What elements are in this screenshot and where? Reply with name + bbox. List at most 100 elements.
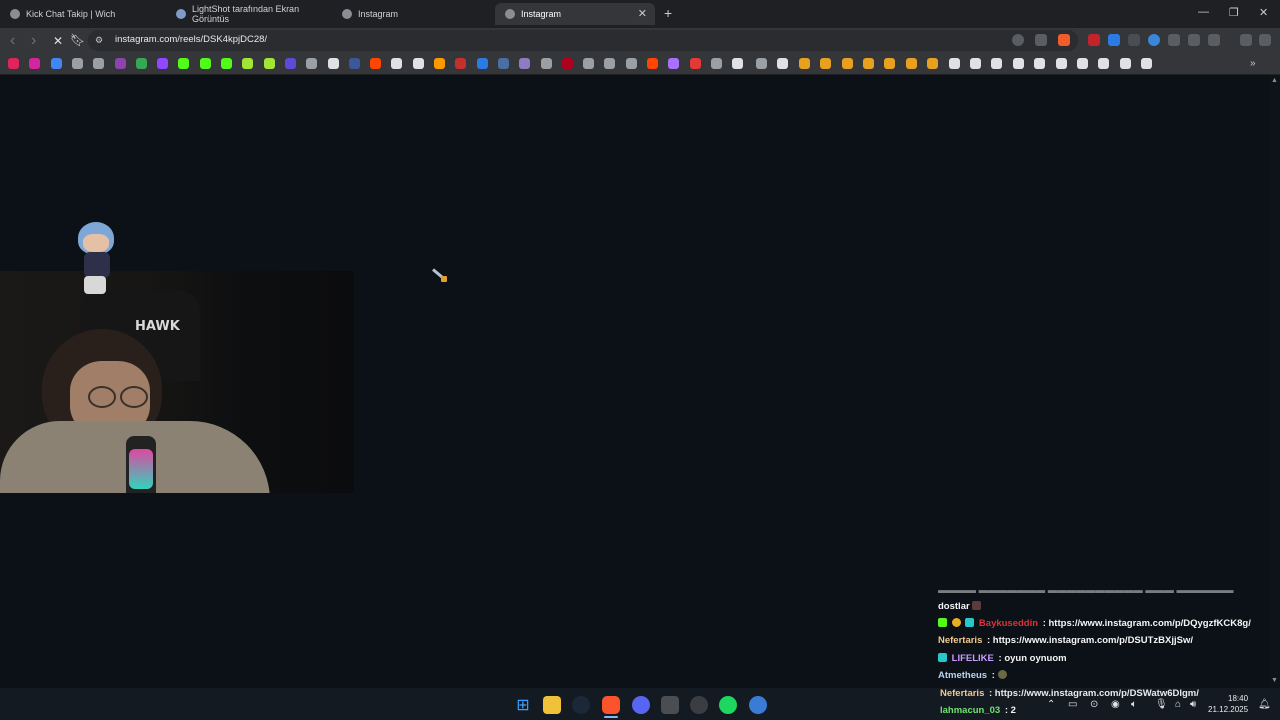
bookmark-favicon-icon[interactable] xyxy=(434,58,445,69)
bookmark-favicon-icon[interactable] xyxy=(157,58,169,69)
volume-icon[interactable]: 🔈︎ xyxy=(1131,699,1137,710)
bookmark-favicon-icon[interactable] xyxy=(991,58,1003,69)
bookmark-favicon-icon[interactable] xyxy=(905,58,917,69)
bookmark-favicon-icon[interactable] xyxy=(798,58,810,69)
spotify-icon[interactable] xyxy=(719,696,737,714)
menu-icon[interactable] xyxy=(1259,34,1271,46)
bookmark-favicon-icon[interactable] xyxy=(1119,58,1131,69)
tab-kick-chat[interactable]: Kick Chat Takip | Wich xyxy=(0,3,165,25)
site-settings-icon[interactable]: ⚙ xyxy=(95,34,107,46)
steam-icon[interactable] xyxy=(572,696,590,714)
bookmark-favicon-icon[interactable] xyxy=(284,58,296,69)
close-window-button[interactable]: ✕ xyxy=(1259,6,1268,19)
url-text[interactable]: instagram.com/reels/DSK4kpjDC28/ xyxy=(115,34,267,45)
system-clock[interactable]: 18:40 21.12.2025 xyxy=(1208,693,1248,715)
bookmark-favicon-icon[interactable] xyxy=(1077,58,1088,69)
bookmark-favicon-icon[interactable] xyxy=(689,58,701,69)
tab-instagram[interactable]: Instagram xyxy=(332,3,492,25)
zoom-icon[interactable] xyxy=(1012,34,1024,46)
sidebar-icon[interactable] xyxy=(1208,34,1220,46)
bookmark-favicon-icon[interactable] xyxy=(625,58,637,69)
tray-overflow-icon[interactable]: ⌃ xyxy=(1047,699,1055,710)
extension-icon[interactable] xyxy=(1128,34,1140,46)
bookmark-favicon-icon[interactable] xyxy=(540,58,552,69)
bookmark-favicon-icon[interactable] xyxy=(668,58,680,69)
bookmark-favicon-icon[interactable] xyxy=(884,58,896,69)
download-icon[interactable] xyxy=(1240,34,1252,46)
bookmark-favicon-icon[interactable] xyxy=(391,58,403,69)
bookmark-favicon-icon[interactable] xyxy=(114,58,126,69)
scrollbar[interactable]: ▲ ▼ xyxy=(1270,75,1280,688)
bookmark-favicon-icon[interactable] xyxy=(1098,58,1110,69)
bookmark-favicon-icon[interactable] xyxy=(519,58,531,69)
bookmark-favicon-icon[interactable] xyxy=(93,58,105,69)
bookmark-favicon-icon[interactable] xyxy=(348,58,360,69)
app-icon[interactable] xyxy=(690,696,708,714)
app-icon[interactable] xyxy=(661,696,679,714)
network-icon[interactable]: ⌂ xyxy=(1175,699,1181,710)
tray-icon[interactable]: ▭ xyxy=(1068,699,1077,710)
extension-icon[interactable] xyxy=(1168,34,1180,46)
bookmark-favicon-icon[interactable] xyxy=(263,58,275,69)
bookmark-favicon-icon[interactable] xyxy=(820,58,832,69)
bookmark-favicon-icon[interactable] xyxy=(732,58,744,69)
ublock-icon[interactable] xyxy=(1088,34,1100,46)
bookmark-favicon-icon[interactable] xyxy=(221,58,232,69)
notification-icon[interactable]: 🔔︎ xyxy=(1258,699,1271,710)
microphone-icon[interactable]: 🎙︎ xyxy=(1155,699,1168,710)
bookmark-favicon-icon[interactable] xyxy=(710,58,722,69)
discord-icon[interactable] xyxy=(632,696,650,714)
bookmark-favicon-icon[interactable] xyxy=(29,58,41,69)
bookmark-favicon-icon[interactable] xyxy=(8,58,19,69)
bookmark-icon[interactable]: 🔖︎ xyxy=(70,33,85,47)
forward-button[interactable]: › xyxy=(31,32,36,50)
bookmark-favicon-icon[interactable] xyxy=(756,58,767,69)
tab-lightshot[interactable]: LightShot tarafından Ekran Görüntüs xyxy=(166,3,331,25)
bookmark-favicon-icon[interactable] xyxy=(1141,58,1153,69)
bookmark-favicon-icon[interactable] xyxy=(476,58,488,69)
bookmark-favicon-icon[interactable] xyxy=(370,58,382,69)
file-explorer-icon[interactable] xyxy=(543,696,561,714)
minimize-button[interactable]: — xyxy=(1198,6,1209,18)
close-tab-icon[interactable]: ✕ xyxy=(638,7,647,20)
extension-icon[interactable] xyxy=(1108,34,1120,46)
bookmark-favicon-icon[interactable] xyxy=(927,58,939,69)
new-tab-button[interactable]: + xyxy=(664,5,672,21)
more-bookmarks-icon[interactable]: » xyxy=(1250,58,1261,69)
bookmark-favicon-icon[interactable] xyxy=(71,58,83,69)
bookmark-favicon-icon[interactable] xyxy=(841,58,853,69)
bookmark-favicon-icon[interactable] xyxy=(242,58,254,69)
bookmark-favicon-icon[interactable] xyxy=(1012,58,1024,69)
share-icon[interactable] xyxy=(1035,34,1047,46)
bookmark-favicon-icon[interactable] xyxy=(948,58,960,69)
bookmark-favicon-icon[interactable] xyxy=(561,58,573,69)
app-icon[interactable] xyxy=(749,696,767,714)
restore-button[interactable]: ❐ xyxy=(1229,6,1239,19)
bookmark-favicon-icon[interactable] xyxy=(50,58,62,69)
bookmark-favicon-icon[interactable] xyxy=(199,58,211,69)
speaker-icon[interactable]: 🔊︎ xyxy=(1190,699,1196,710)
bookmark-favicon-icon[interactable] xyxy=(1055,58,1067,69)
tray-icon[interactable]: ⊙ xyxy=(1090,699,1098,710)
puzzle-icon[interactable] xyxy=(1188,34,1200,46)
bookmark-favicon-icon[interactable] xyxy=(1034,58,1046,69)
stop-loading-button[interactable]: ✕ xyxy=(53,34,63,48)
brave-browser-icon[interactable] xyxy=(602,696,620,714)
brave-shield-icon[interactable] xyxy=(1058,34,1070,46)
bookmark-favicon-icon[interactable] xyxy=(497,58,509,69)
bookmark-favicon-icon[interactable] xyxy=(412,58,424,69)
extension-icon[interactable] xyxy=(1148,34,1160,46)
tab-instagram-active[interactable]: Instagram ✕ xyxy=(495,3,655,25)
bookmark-favicon-icon[interactable] xyxy=(604,58,616,69)
bookmark-favicon-icon[interactable] xyxy=(647,58,658,69)
bookmark-favicon-icon[interactable] xyxy=(306,58,318,69)
bookmark-favicon-icon[interactable] xyxy=(455,58,467,69)
bookmark-favicon-icon[interactable] xyxy=(583,58,595,69)
bookmark-favicon-icon[interactable] xyxy=(178,58,190,69)
bookmark-favicon-icon[interactable] xyxy=(777,58,789,69)
windows-start-icon[interactable]: ⊞ xyxy=(514,696,532,714)
bookmark-favicon-icon[interactable] xyxy=(327,58,339,69)
bookmark-favicon-icon[interactable] xyxy=(863,58,874,69)
back-button[interactable]: ‹ xyxy=(10,32,15,50)
tray-steam-icon[interactable]: ◉ xyxy=(1111,699,1120,710)
